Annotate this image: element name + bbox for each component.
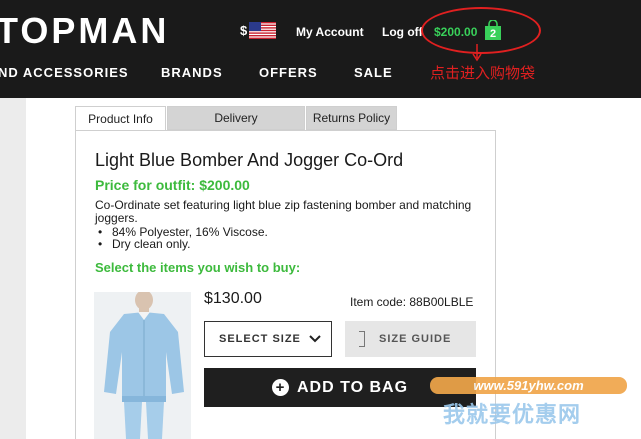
us-flag-icon xyxy=(249,22,277,39)
item-price: $130.00 xyxy=(204,290,262,307)
my-account-link[interactable]: My Account xyxy=(296,25,364,39)
product-details-list: 84% Polyester, 16% Viscose. Dry clean on… xyxy=(98,226,268,250)
item-code: Item code: 88B00LBLE xyxy=(350,295,474,309)
nav-item-accessories[interactable]: ND ACCESSORIES xyxy=(0,65,129,80)
nav-item-offers[interactable]: OFFERS xyxy=(259,65,318,80)
log-out-link[interactable]: Log off xyxy=(382,25,423,39)
currency-selector[interactable]: $ xyxy=(240,22,277,39)
nav-item-sale[interactable]: SALE xyxy=(354,65,393,80)
chevron-down-icon xyxy=(309,334,321,347)
size-select[interactable]: SELECT SIZE xyxy=(204,321,332,357)
ruler-icon xyxy=(359,331,365,347)
list-item: Dry clean only. xyxy=(98,238,268,250)
add-to-bag-label: ADD TO BAG xyxy=(296,378,409,396)
product-title: Light Blue Bomber And Jogger Co-Ord xyxy=(95,150,404,170)
currency-symbol: $ xyxy=(240,23,248,38)
annotation-text: 点击进入购物袋 xyxy=(430,65,536,82)
tab-product-info[interactable]: Product Info xyxy=(75,106,166,131)
plus-circle-icon: + xyxy=(271,379,289,396)
size-guide-label: SIZE GUIDE xyxy=(379,333,452,345)
watermark-name: 我就要优惠网 xyxy=(443,402,582,427)
product-image[interactable] xyxy=(94,292,191,439)
product-description: Co-Ordinate set featuring light blue zip… xyxy=(95,198,472,225)
site-logo[interactable]: TOPMAN xyxy=(0,10,169,52)
select-items-prompt: Select the items you wish to buy: xyxy=(95,260,301,275)
size-select-label: SELECT SIZE xyxy=(219,333,301,345)
watermark-url: www.591yhw.com xyxy=(430,377,627,394)
site-header: TOPMAN $ My Account Log off $200.00 2 点击… xyxy=(0,0,641,98)
outfit-price: Price for outfit: $200.00 xyxy=(95,177,250,193)
size-guide-button[interactable]: SIZE GUIDE xyxy=(345,321,476,357)
left-gutter xyxy=(0,98,26,439)
tab-delivery[interactable]: Delivery xyxy=(167,106,305,130)
nav-item-brands[interactable]: BRANDS xyxy=(161,65,223,80)
tab-returns-policy[interactable]: Returns Policy xyxy=(306,106,397,130)
